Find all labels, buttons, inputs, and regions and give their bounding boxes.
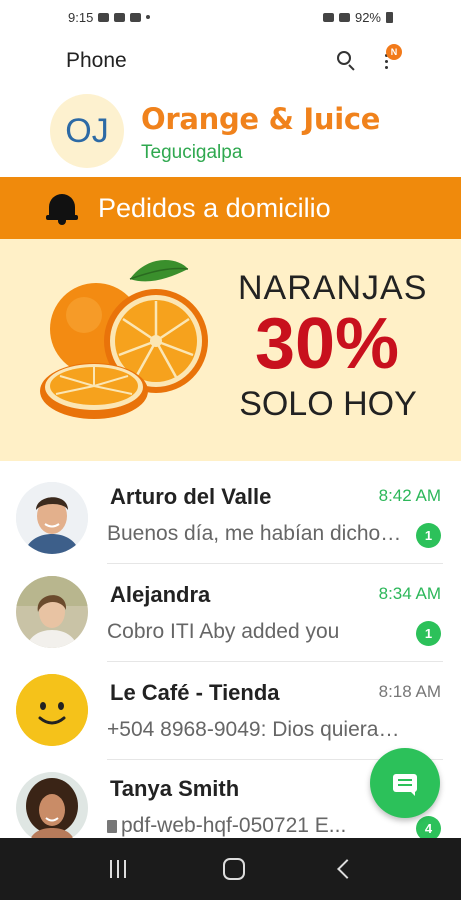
unread-count-badge: 1	[416, 621, 441, 646]
chat-preview: pdf-web-hqf-050721 E...	[107, 814, 403, 838]
back-icon[interactable]	[336, 859, 357, 879]
delivery-banner[interactable]: Pedidos a domicilio	[0, 177, 461, 239]
smiley-face-avatar[interactable]	[16, 674, 88, 746]
chat-row-alejandra[interactable]: Alejandra 8:34 AM Cobro ITI Aby added yo…	[0, 568, 461, 664]
brand-city: Tegucigalpa	[141, 142, 243, 163]
status-bar: 9:15 92%	[0, 0, 461, 34]
chat-name: Le Café - Tienda	[110, 680, 280, 705]
chat-name: Tanya Smith	[110, 776, 240, 801]
more-options-icon[interactable]: N	[379, 44, 402, 72]
brand-header: OJ Orange & Juice Tegucigalpa	[0, 88, 461, 178]
chat-preview-text: pdf-web-hqf-050721 E...	[121, 814, 347, 837]
promo-discount: 30%	[254, 304, 400, 384]
new-chat-button[interactable]	[370, 748, 440, 818]
message-icon	[130, 12, 142, 22]
home-icon[interactable]	[222, 858, 245, 880]
chat-preview: Cobro ITI Aby added you	[107, 620, 340, 643]
document-icon	[107, 820, 117, 833]
chat-row-arturo[interactable]: Arturo del Valle 8:42 AM Buenos día, me …	[0, 470, 461, 566]
recents-icon[interactable]	[108, 860, 128, 878]
more-notifications-dot	[146, 15, 151, 19]
youtube-icon	[98, 12, 110, 22]
promo-line-3: SOLO HOY	[239, 385, 417, 423]
woman-curly-hair-avatar[interactable]	[16, 772, 88, 844]
delivery-banner-text: Pedidos a domicilio	[98, 192, 331, 223]
system-nav-bar	[0, 838, 461, 900]
chat-divider	[107, 563, 443, 564]
chat-row-le-cafe[interactable]: Le Café - Tienda 8:18 AM +504 8968-9049:…	[0, 666, 461, 762]
woman-outdoor-avatar[interactable]	[16, 576, 88, 648]
oranges-image	[40, 259, 208, 419]
status-right: 92%	[322, 9, 393, 25]
chat-name: Alejandra	[110, 582, 211, 607]
chat-preview: Buenos día, me habían dicho que...	[107, 522, 403, 545]
app-bar-actions: N	[337, 44, 402, 72]
young-man-avatar[interactable]	[16, 482, 88, 554]
chat-divider	[107, 661, 443, 662]
brand-logo: OJ	[50, 94, 124, 168]
chat-icon	[393, 774, 417, 796]
chat-time: 8:34 AM	[378, 584, 441, 603]
battery-icon	[386, 11, 393, 23]
status-time: 9:15	[68, 9, 94, 25]
app-title: Phone	[66, 49, 127, 72]
mute-icon	[322, 12, 334, 22]
battery-percent: 92%	[354, 9, 381, 25]
search-icon[interactable]	[337, 51, 357, 71]
app-bar: Phone N	[44, 36, 419, 86]
chat-time: 8:42 AM	[378, 486, 441, 505]
bell-icon	[46, 191, 78, 225]
chat-time: 8:18 AM	[378, 682, 441, 701]
chat-name: Arturo del Valle	[110, 484, 272, 509]
signal-icon	[338, 12, 350, 22]
chat-preview: +504 8968-9049: Dios quiera que...	[107, 718, 403, 741]
brand-name: Orange & Juice	[141, 102, 381, 136]
promo-banner[interactable]: NARANJAS 30% SOLO HOY	[0, 239, 461, 461]
notification-icon	[114, 12, 126, 22]
status-left: 9:15	[68, 9, 151, 25]
unread-count-badge: 1	[416, 523, 441, 548]
notification-badge: N	[386, 44, 402, 60]
